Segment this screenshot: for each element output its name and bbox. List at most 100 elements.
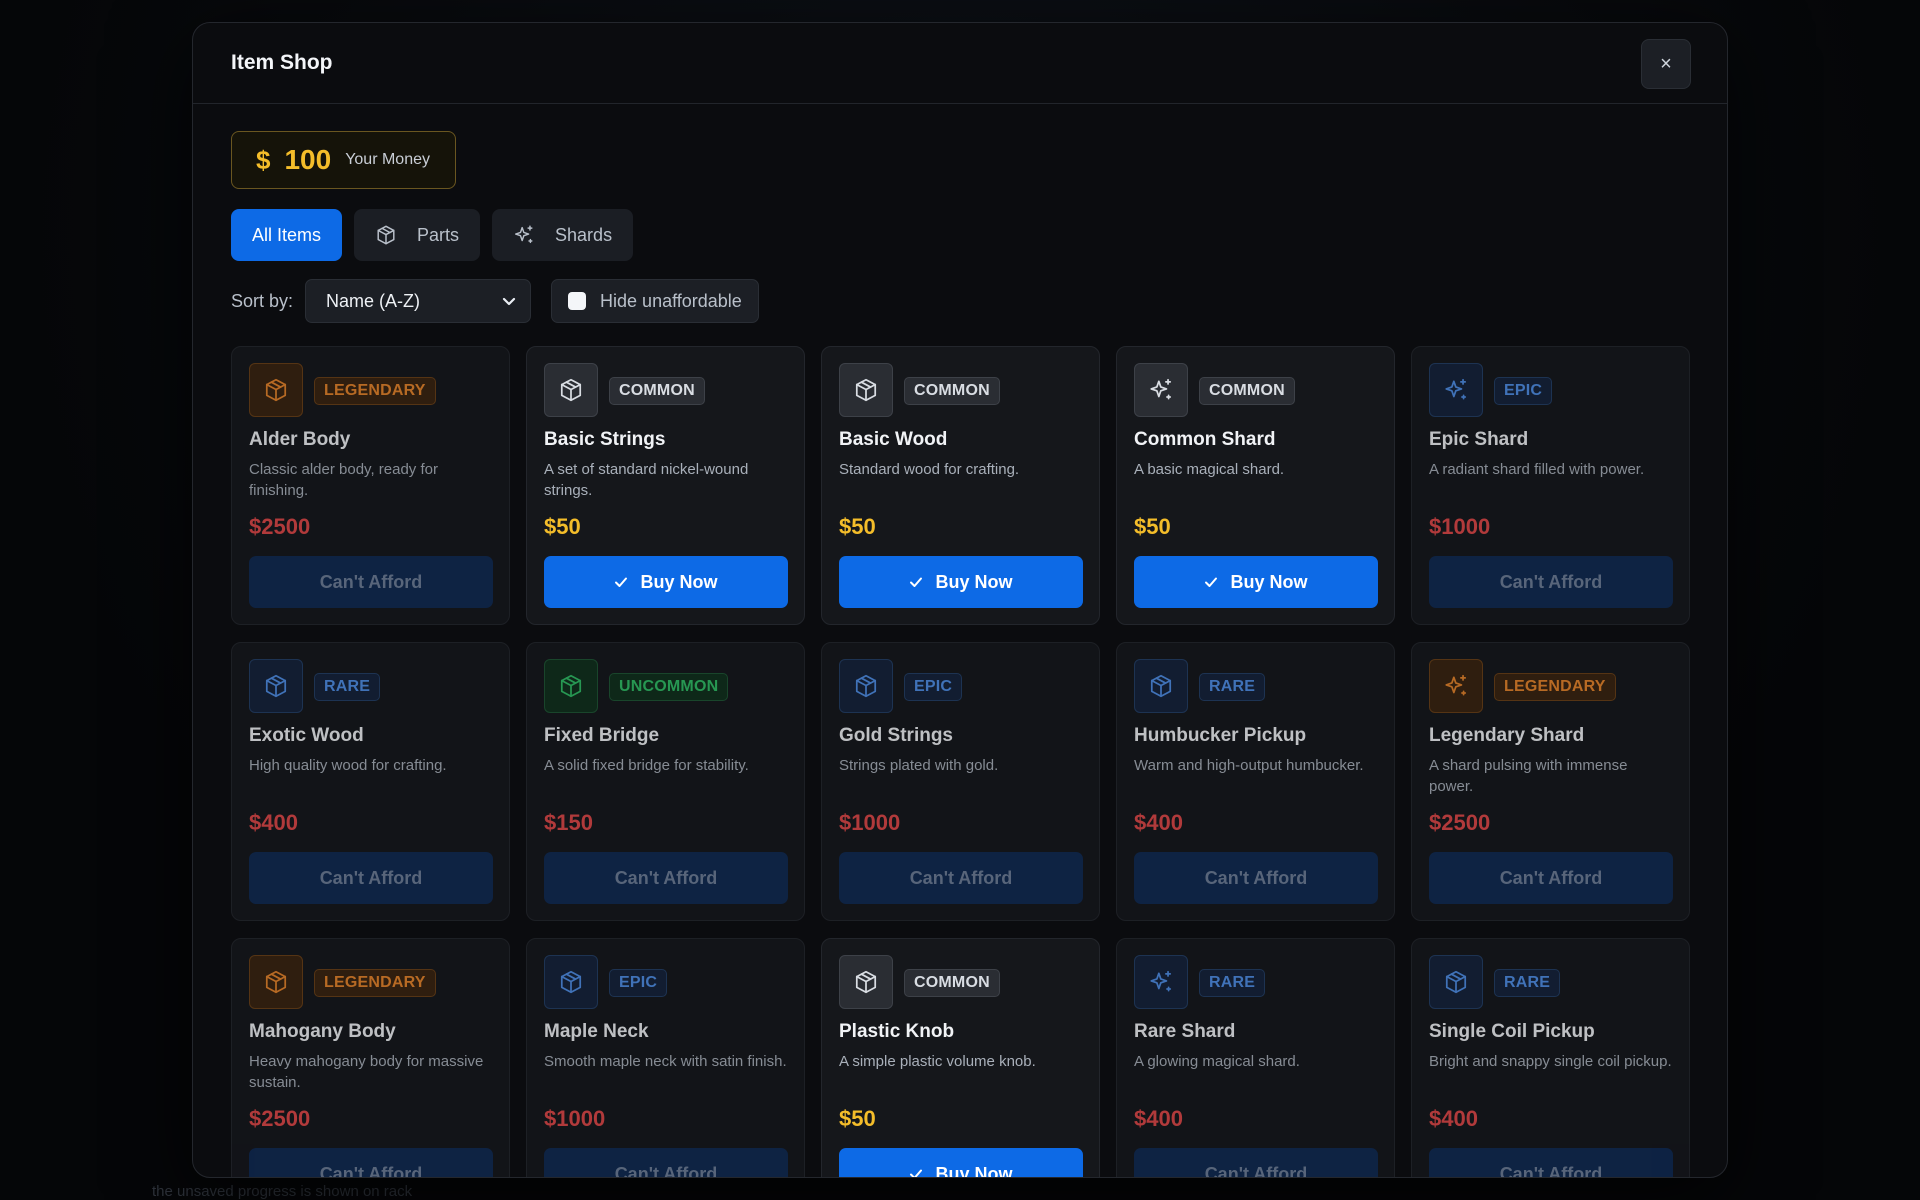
item-name: Humbucker Pickup <box>1134 725 1307 746</box>
chevron-down-icon <box>502 297 516 306</box>
item-price: $50 <box>839 514 876 539</box>
cant-afford-button[interactable]: Can't Afford <box>1429 852 1673 904</box>
hide-unaffordable-checkbox[interactable] <box>568 292 587 310</box>
buy-now-button[interactable]: Buy Now <box>544 556 788 608</box>
item-name: Rare Shard <box>1134 1021 1236 1042</box>
item-price: $2500 <box>249 514 311 539</box>
item-name: Mahogany Body <box>249 1021 396 1042</box>
item-card: LEGENDARY Alder Body Classic alder body, r… <box>231 346 510 625</box>
cant-afford-button[interactable]: Can't Afford <box>544 1148 788 1178</box>
item-description: A basic magical shard. <box>1134 461 1285 478</box>
item-card: RARE Humbucker Pickup Warm and high-output… <box>1116 642 1395 921</box>
rarity-badge: UNCOMMON <box>609 673 729 701</box>
rarity-badge: EPIC <box>1494 377 1553 405</box>
sparkle-icon <box>1134 955 1188 1009</box>
cube-icon <box>375 224 417 246</box>
item-description: A solid fixed bridge for stability. <box>544 757 749 774</box>
hide-unaffordable-label: Hide unaffordable <box>600 290 742 311</box>
check-icon <box>615 577 628 587</box>
rarity-badge: COMMON <box>904 377 1000 405</box>
cant-afford-button[interactable]: Can't Afford <box>1134 852 1378 904</box>
background-hint-text: the unsaved progress is shown on rack <box>152 1183 413 1200</box>
button-label: Can't Afford <box>319 867 423 888</box>
item-description: Heavy mahogany body for massive sustain. <box>249 1053 484 1091</box>
item-name: Legendary Shard <box>1429 725 1585 746</box>
rarity-badge: RARE <box>1199 673 1266 701</box>
button-label: Can't Afford <box>614 1163 718 1178</box>
rarity-badge: RARE <box>1199 969 1266 997</box>
cant-afford-button[interactable]: Can't Afford <box>839 852 1083 904</box>
item-price: $2500 <box>249 1106 311 1131</box>
item-description: A radiant shard filled with power. <box>1429 461 1645 478</box>
button-label: Buy Now <box>640 571 718 592</box>
item-name: Alder Body <box>249 429 351 450</box>
money-display: $ 100 Your Money <box>231 131 456 189</box>
item-card: RARE Rare Shard A glowing magical shard. $4… <box>1116 938 1395 1177</box>
item-price: $50 <box>839 1106 876 1131</box>
cube-icon <box>1429 955 1483 1009</box>
button-label: Can't Afford <box>319 1163 423 1178</box>
sparkle-icon <box>513 224 555 246</box>
item-card: UNCOMMON Fixed Bridge A solid fixed bridge… <box>526 642 805 921</box>
cube-icon <box>544 363 598 417</box>
rarity-badge: LEGENDARY <box>314 377 436 405</box>
check-icon <box>910 1169 923 1177</box>
item-card: COMMON Basic Wood Standard wood for crafti… <box>821 346 1100 625</box>
buy-now-button[interactable]: Buy Now <box>1134 556 1378 608</box>
category-tabs: All Items Parts Shards <box>231 209 634 261</box>
item-description: Bright and snappy single coil pickup. <box>1429 1053 1672 1070</box>
item-card: RARE Single Coil Pickup Bright and snappy … <box>1411 938 1690 1178</box>
item-price: $1000 <box>839 810 901 835</box>
item-name: Gold Strings <box>839 725 953 746</box>
cant-afford-button[interactable]: Can't Afford <box>1429 556 1673 608</box>
cube-icon <box>544 955 598 1009</box>
modal-header: Item Shop × <box>193 23 1727 104</box>
cant-afford-button[interactable]: Can't Afford <box>1134 1148 1378 1177</box>
item-card: EPIC Gold Strings Strings plated with gold… <box>821 642 1100 921</box>
cube-icon <box>249 363 303 417</box>
item-price: $1000 <box>544 1106 606 1131</box>
rarity-badge: COMMON <box>904 969 1000 997</box>
close-icon: × <box>1660 52 1672 75</box>
tab-all-items[interactable]: All Items <box>231 209 343 261</box>
tab-shards[interactable]: Shards <box>492 209 634 261</box>
sort-label: Sort by: <box>231 290 294 311</box>
item-price: $50 <box>544 514 581 539</box>
rarity-badge: EPIC <box>904 673 963 701</box>
modal-title: Item Shop <box>231 51 333 74</box>
buy-now-button[interactable]: Buy Now <box>839 556 1083 608</box>
item-price: $2500 <box>1429 810 1491 835</box>
item-description: Standard wood for crafting. <box>839 461 1020 478</box>
item-price: $50 <box>1134 514 1171 539</box>
rarity-badge: LEGENDARY <box>1494 673 1616 701</box>
sparkle-icon <box>1134 363 1188 417</box>
button-label: Can't Afford <box>614 867 718 888</box>
cant-afford-button[interactable]: Can't Afford <box>1429 1148 1673 1178</box>
sort-select-value: Name (A-Z) <box>326 290 421 311</box>
item-name: Plastic Knob <box>839 1021 955 1042</box>
cube-icon <box>839 659 893 713</box>
button-label: Buy Now <box>1230 571 1308 592</box>
item-description: A simple plastic volume knob. <box>839 1053 1036 1070</box>
tab-parts[interactable]: Parts <box>354 209 481 261</box>
close-button[interactable]: × <box>1641 39 1691 89</box>
cube-icon <box>839 363 893 417</box>
item-name: Epic Shard <box>1429 429 1529 450</box>
cube-icon <box>839 955 893 1009</box>
item-card: RARE Exotic Wood High quality wood for cra… <box>231 642 510 921</box>
cant-afford-button[interactable]: Can't Afford <box>249 556 493 608</box>
cant-afford-button[interactable]: Can't Afford <box>249 1148 493 1178</box>
cube-icon <box>249 659 303 713</box>
rarity-badge: RARE <box>314 673 381 701</box>
cant-afford-button[interactable]: Can't Afford <box>249 852 493 904</box>
item-card: LEGENDARY Mahogany Body Heavy mahogany bod… <box>231 938 510 1178</box>
item-price: $400 <box>1429 1106 1478 1131</box>
dollar-icon: $ <box>256 144 271 175</box>
hide-unaffordable-toggle[interactable]: Hide unaffordable <box>551 279 759 323</box>
cant-afford-button[interactable]: Can't Afford <box>544 852 788 904</box>
item-price: $150 <box>544 810 593 835</box>
buy-now-button[interactable]: Buy Now <box>839 1148 1083 1177</box>
button-label: Can't Afford <box>319 571 423 592</box>
sort-select[interactable]: Name (A-Z) <box>305 279 532 323</box>
button-label: Can't Afford <box>1499 1163 1603 1178</box>
